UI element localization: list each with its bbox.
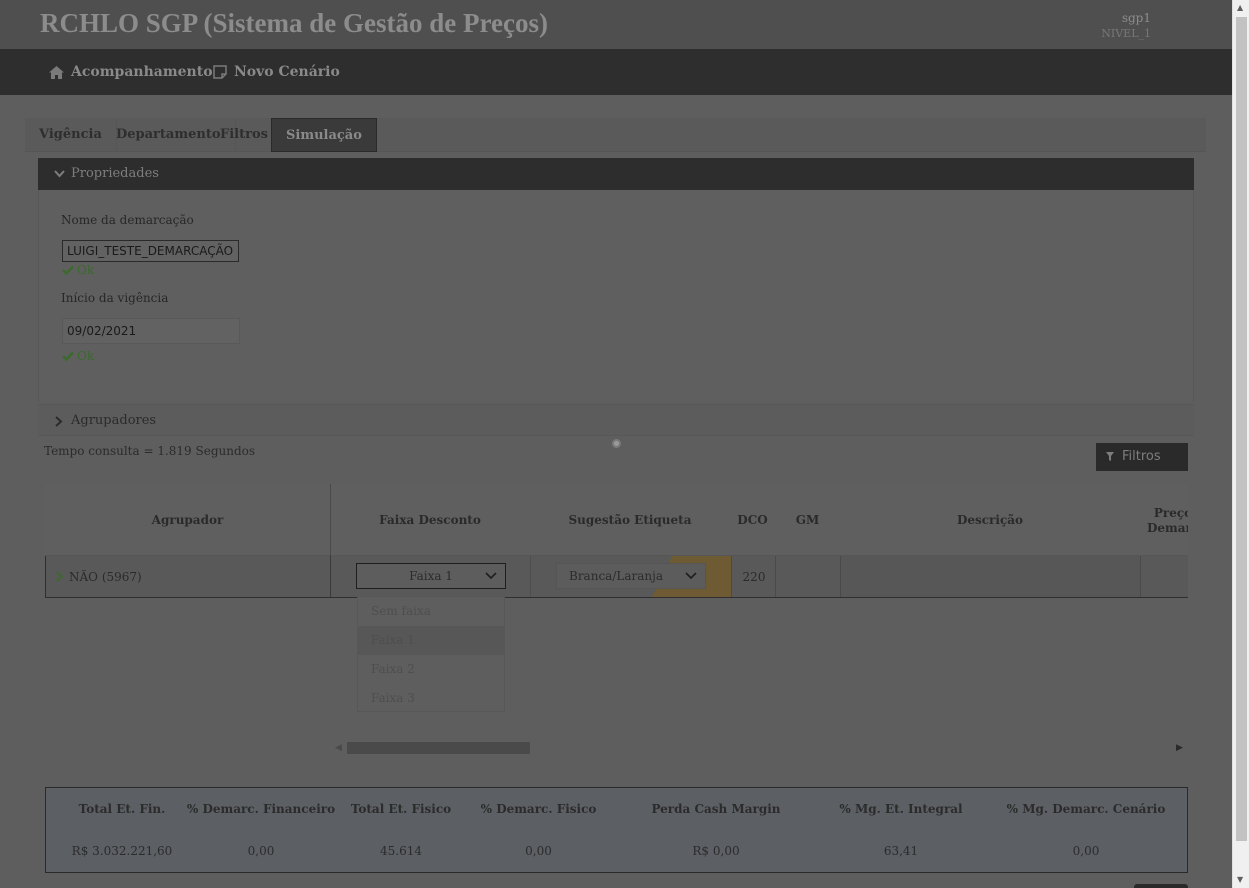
user-info[interactable]: sgp1 NIVEL_1 [1101, 11, 1151, 41]
row-gm-cell [776, 556, 841, 597]
query-time: Tempo consulta = 1.819 Segundos [44, 444, 256, 458]
name-ok-text: Ok [77, 263, 95, 277]
faixa-desconto-value: Faixa 1 [409, 569, 453, 583]
properties-panel-body: Nome da demarcação LUIGI_TESTE_DEMARCAÇÃ… [38, 190, 1194, 402]
summary-header: % Demarc. Financeiro [186, 802, 336, 816]
summary-value: 0,00 [247, 844, 275, 858]
sugestao-etiqueta-select[interactable]: Branca/Laranja [556, 563, 706, 589]
col-gm[interactable]: GM [775, 484, 840, 556]
name-ok-status: Ok [62, 263, 94, 277]
chevron-down-icon [54, 170, 65, 178]
filters-button[interactable]: Filtros [1096, 443, 1188, 471]
summary-value: 63,41 [883, 844, 919, 858]
main-nav: Acompanhamento Novo Cenário [0, 49, 1232, 95]
row-divider [330, 556, 331, 597]
chevron-down-icon [685, 572, 697, 580]
scroll-up-arrow-icon[interactable]: ▲ [1237, 3, 1243, 12]
agrupadores-title: Agrupadores [71, 413, 157, 428]
summary-header: % Mg. Et. Integral [839, 802, 963, 816]
summary-header: Total Et. Fin. [78, 802, 166, 816]
row-dco-cell: 220 [742, 569, 766, 584]
summary-value: R$ 3.032.221,60 [71, 844, 173, 858]
grid-header: Agrupador Faixa Desconto Sugestão Etique… [45, 484, 1188, 556]
filters-button-label: Filtros [1122, 449, 1161, 464]
filter-icon [1106, 452, 1114, 461]
properties-title: Propriedades [71, 166, 159, 181]
user-name: sgp1 [1121, 11, 1151, 25]
summary-panel: Total Et. Fin. % Demarc. Financeiro Tota… [45, 787, 1188, 873]
chevron-right-icon [55, 416, 63, 427]
properties-panel-header[interactable]: Propriedades [38, 158, 1194, 190]
simulation-grid: Agrupador Faixa Desconto Sugestão Etique… [45, 484, 1188, 598]
row-agrupador-cell[interactable]: NÃO (5967) [56, 556, 142, 597]
summary-header: % Mg. Demarc. Cenário [1006, 802, 1166, 816]
sugestao-etiqueta-value: Branca/Laranja [569, 569, 663, 583]
loading-spinner-icon [612, 439, 621, 448]
col-divider [330, 484, 331, 556]
user-level: NIVEL_1 [1101, 27, 1151, 40]
summary-header: % Demarc. Fisico [480, 802, 597, 816]
col-dco[interactable]: DCO [730, 484, 775, 556]
demarcation-name-input[interactable]: LUIGI_TESTE_DEMARCAÇÃO [62, 240, 239, 262]
name-label: Nome da demarcação [61, 213, 194, 227]
page-vertical-scrollbar[interactable]: ▲ ▼ [1232, 0, 1249, 888]
tab-simulacao[interactable]: Simulação [271, 118, 377, 152]
row-preco-cell [1141, 556, 1188, 597]
footer-action-button[interactable] [1134, 884, 1188, 888]
col-preco-demarc-label: Preço Demarc. [1147, 506, 1188, 535]
wizard-tabs: Vigência Departamento Filtros Simulação [25, 118, 1206, 152]
dropdown-option[interactable]: Faixa 2 [358, 655, 504, 684]
start-label: Início da vigência [61, 291, 169, 305]
chevron-down-icon [485, 572, 497, 580]
col-preco-demarc[interactable]: Preço Demarc. [1140, 484, 1188, 556]
start-date-input[interactable]: 09/02/2021 [62, 318, 240, 344]
row-agrupador-text: NÃO (5967) [69, 569, 142, 584]
dropdown-option[interactable]: Sem faixa [358, 597, 504, 626]
summary-value: 0,00 [1072, 844, 1100, 858]
scroll-left-arrow-icon[interactable]: ◀ [335, 743, 342, 753]
start-ok-status: Ok [62, 349, 94, 363]
new-scenario-icon [213, 65, 227, 79]
dropdown-option[interactable]: Faixa 3 [358, 684, 504, 713]
scroll-down-arrow-icon[interactable]: ▼ [1237, 875, 1243, 884]
nav-acompanhamento-label: Acompanhamento [71, 64, 213, 80]
faixa-desconto-select[interactable]: Faixa 1 [356, 563, 506, 589]
top-bar: RCHLO SGP (Sistema de Gestão de Preços) … [0, 0, 1232, 49]
nav-acompanhamento[interactable]: Acompanhamento [49, 64, 213, 80]
start-ok-text: Ok [77, 349, 95, 363]
summary-header: Perda Cash Margin [651, 802, 781, 816]
row-descricao-cell [841, 556, 1141, 597]
nav-novo-cenario[interactable]: Novo Cenário [213, 64, 340, 80]
summary-header: Total Et. Fisico [350, 802, 452, 816]
scroll-right-arrow-icon[interactable]: ▶ [1176, 743, 1183, 753]
grid-horizontal-scroll-thumb[interactable] [347, 742, 530, 754]
dropdown-option-selected[interactable]: Faixa 1 [358, 626, 504, 655]
nav-novo-cenario-label: Novo Cenário [234, 64, 340, 80]
check-icon [62, 265, 74, 275]
summary-value: 0,00 [525, 844, 552, 858]
col-agrupador[interactable]: Agrupador [45, 484, 330, 556]
col-faixa-desconto[interactable]: Faixa Desconto [330, 484, 530, 556]
check-icon [62, 351, 74, 361]
page-scroll-thumb[interactable] [1236, 17, 1247, 841]
table-row[interactable]: NÃO (5967) Faixa 1 Branca/Laranja 220 [45, 556, 1188, 598]
expand-chevron-icon[interactable] [56, 571, 63, 582]
row-divider [530, 556, 531, 597]
col-descricao[interactable]: Descrição [840, 484, 1140, 556]
faixa-desconto-dropdown: Sem faixa Faixa 1 Faixa 2 Faixa 3 [357, 596, 505, 712]
col-sugestao-etiqueta[interactable]: Sugestão Etiqueta [530, 484, 730, 556]
agrupadores-panel-header[interactable]: Agrupadores [38, 404, 1194, 436]
app-title: RCHLO SGP (Sistema de Gestão de Preços) [40, 8, 548, 38]
summary-value: R$ 0,00 [692, 844, 740, 858]
home-icon [49, 65, 64, 79]
summary-value: 45.614 [380, 844, 422, 858]
